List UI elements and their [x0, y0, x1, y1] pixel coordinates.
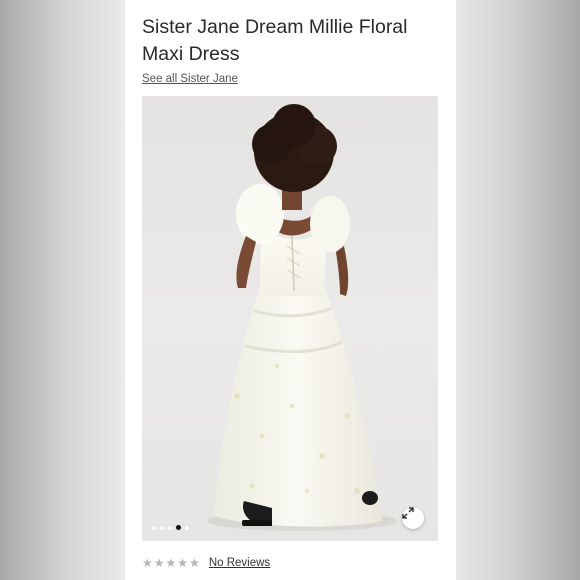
- expand-arrows-icon: [402, 507, 414, 519]
- expand-image-button[interactable]: [402, 507, 424, 529]
- star-icon: ★: [142, 556, 153, 570]
- star-icon: ★: [189, 556, 200, 570]
- carousel-dot[interactable]: [185, 525, 189, 530]
- star-icon: ★: [153, 556, 165, 570]
- carousel-dots: [152, 525, 189, 530]
- carousel-dot[interactable]: [160, 525, 164, 530]
- carousel-dot[interactable]: [152, 525, 156, 530]
- carousel-dot-active[interactable]: [176, 525, 181, 530]
- star-icon: ★: [177, 556, 189, 570]
- no-reviews-link[interactable]: No Reviews: [209, 557, 270, 569]
- product-image[interactable]: [142, 96, 438, 541]
- star-icon: ★: [165, 556, 177, 570]
- product-card: Sister Jane Dream Millie Floral Maxi Dre…: [125, 0, 456, 580]
- product-title: Sister Jane Dream Millie Floral Maxi Dre…: [142, 16, 408, 65]
- see-all-brand-link[interactable]: See all Sister Jane: [142, 73, 238, 85]
- carousel-dot[interactable]: [168, 525, 172, 530]
- star-rating: ★ ★ ★ ★ ★: [142, 556, 200, 570]
- reviews-row: ★ ★ ★ ★ ★ No Reviews: [142, 556, 270, 570]
- dress-photo: [207, 104, 397, 531]
